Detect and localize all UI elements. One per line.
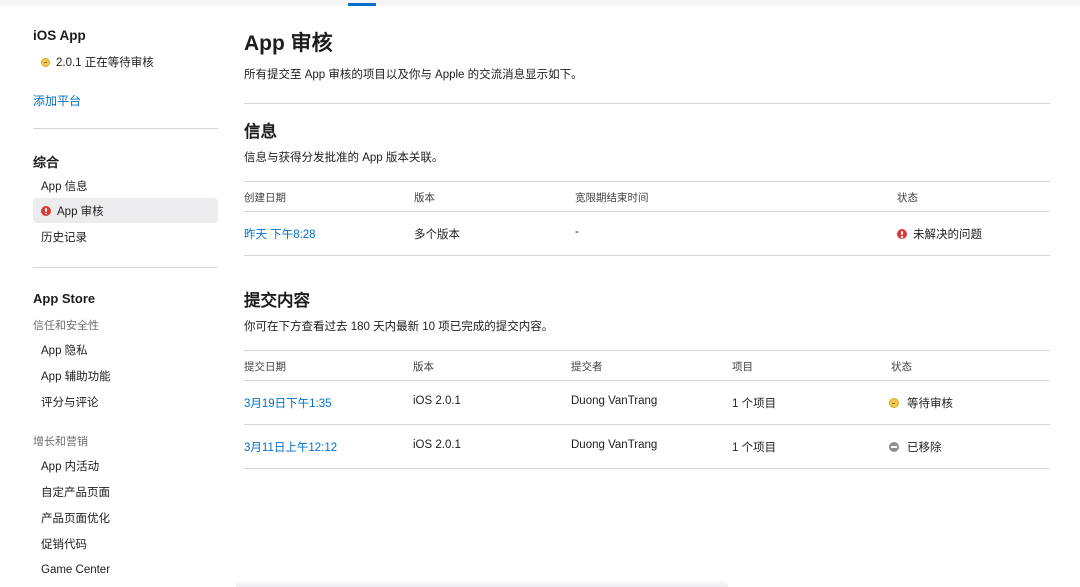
active-tab-indicator bbox=[348, 3, 376, 6]
column-header-version: 版本 bbox=[414, 192, 435, 204]
removed-status-icon bbox=[889, 442, 899, 452]
submission-row-date-link[interactable]: 3月11日上午12:12 bbox=[244, 439, 337, 455]
submission-row-submitter: Duong VanTrang bbox=[571, 439, 658, 451]
submissions-section-description: 你可在下方查看过去 180 天内最新 10 项已完成的提交内容。 bbox=[244, 321, 554, 333]
sidebar-item-label: App 隐私 bbox=[41, 344, 88, 357]
submission-row-date-link[interactable]: 3月19日下午1:35 bbox=[244, 395, 332, 411]
alert-icon bbox=[41, 205, 51, 216]
sidebar-app-title[interactable]: iOS App bbox=[33, 28, 86, 43]
sidebar-item-label: Game Center bbox=[41, 563, 111, 576]
sidebar-item-custom-product-pages[interactable]: 自定产品页面 bbox=[33, 479, 218, 504]
submission-row-version: iOS 2.0.1 bbox=[413, 439, 461, 451]
sidebar-item-label: App 审核 bbox=[57, 205, 104, 218]
sidebar-subsection-trust: 信任和安全性 bbox=[33, 320, 99, 332]
sidebar-item-product-page-optimization[interactable]: 产品页面优化 bbox=[33, 505, 218, 530]
info-row-version: 多个版本 bbox=[414, 229, 460, 241]
sidebar-item-history[interactable]: 历史记录 bbox=[33, 224, 218, 249]
sidebar-item-label: App 内活动 bbox=[41, 460, 100, 473]
sidebar-item-app-review[interactable]: App 审核 bbox=[33, 198, 218, 223]
sidebar-item-app-info[interactable]: App 信息 bbox=[33, 173, 218, 198]
submission-row-submitter: Duong VanTrang bbox=[571, 395, 658, 407]
column-header-version: 版本 bbox=[413, 361, 434, 373]
sidebar-item-game-center[interactable]: Game Center bbox=[33, 557, 218, 582]
sidebar-item-label: App 辅助功能 bbox=[41, 370, 111, 383]
submissions-section-title: 提交内容 bbox=[244, 292, 310, 310]
column-header-status: 状态 bbox=[897, 192, 918, 204]
column-header-submitted-date: 提交日期 bbox=[244, 361, 286, 373]
submission-row-status-label: 等待审核 bbox=[907, 398, 953, 410]
submission-row-status-label: 已移除 bbox=[907, 442, 942, 454]
sidebar-version-status[interactable]: 2.0.1 正在等待审核 bbox=[41, 54, 154, 70]
column-header-created-date: 创建日期 bbox=[244, 192, 286, 204]
divider bbox=[244, 103, 1050, 104]
info-row-status: 未解决的问题 bbox=[897, 226, 982, 242]
column-header-grace-end: 宽限期结束时间 bbox=[575, 192, 649, 204]
info-row-status-label: 未解决的问题 bbox=[913, 229, 982, 241]
table-divider bbox=[244, 211, 1050, 212]
add-platform-link[interactable]: 添加平台 bbox=[33, 92, 81, 109]
submission-row-items: 1 个项目 bbox=[732, 442, 777, 454]
sidebar-item-label: 历史记录 bbox=[41, 231, 87, 244]
sidebar-divider bbox=[33, 128, 218, 129]
sidebar-item-label: 自定产品页面 bbox=[41, 486, 110, 499]
info-section-title: 信息 bbox=[244, 123, 277, 141]
column-header-submitter: 提交者 bbox=[571, 361, 603, 373]
sidebar-subsection-growth: 增长和营销 bbox=[33, 436, 88, 448]
bottom-panel-edge bbox=[236, 580, 728, 587]
sidebar-divider bbox=[33, 267, 218, 268]
waiting-status-icon bbox=[41, 57, 50, 67]
column-header-status: 状态 bbox=[891, 361, 912, 373]
sidebar: iOS App 2.0.1 正在等待审核 添加平台 综合 App 信息 App … bbox=[33, 0, 218, 587]
submission-row-items: 1 个项目 bbox=[732, 398, 777, 410]
submission-row-status: 等待审核 bbox=[889, 395, 953, 411]
table-divider bbox=[244, 380, 1050, 381]
sidebar-version-label: 2.0.1 正在等待审核 bbox=[56, 57, 154, 69]
submission-row-status: 已移除 bbox=[889, 439, 942, 455]
table-divider bbox=[244, 181, 1050, 182]
table-divider bbox=[244, 255, 1050, 256]
info-row-date-link[interactable]: 昨天 下午8:28 bbox=[244, 226, 316, 242]
sidebar-item-label: 评分与评论 bbox=[41, 396, 99, 409]
sidebar-item-label: 产品页面优化 bbox=[41, 512, 110, 525]
info-row-grace-end: - bbox=[575, 226, 579, 238]
column-header-items: 项目 bbox=[732, 361, 753, 373]
table-divider bbox=[244, 424, 1050, 425]
sidebar-item-label: 促销代码 bbox=[41, 538, 87, 551]
unresolved-issue-icon bbox=[897, 229, 907, 239]
table-divider bbox=[244, 468, 1050, 469]
sidebar-item-in-app-events[interactable]: App 内活动 bbox=[33, 453, 218, 478]
waiting-status-icon bbox=[889, 398, 899, 408]
sidebar-item-label: App 信息 bbox=[41, 180, 88, 193]
info-section-description: 信息与获得分发批准的 App 版本关联。 bbox=[244, 152, 444, 164]
table-divider bbox=[244, 350, 1050, 351]
submission-row-version: iOS 2.0.1 bbox=[413, 395, 461, 407]
sidebar-section-general: 综合 bbox=[33, 155, 60, 170]
sidebar-item-ratings-reviews[interactable]: 评分与评论 bbox=[33, 389, 218, 414]
sidebar-item-accessibility[interactable]: App 辅助功能 bbox=[33, 363, 218, 388]
sidebar-item-promo-codes[interactable]: 促销代码 bbox=[33, 531, 218, 556]
page-description: 所有提交至 App 审核的项目以及你与 Apple 的交流消息显示如下。 bbox=[244, 69, 583, 81]
page-title: App 审核 bbox=[244, 32, 333, 55]
sidebar-item-app-privacy[interactable]: App 隐私 bbox=[33, 337, 218, 362]
sidebar-section-app-store: App Store bbox=[33, 291, 96, 306]
